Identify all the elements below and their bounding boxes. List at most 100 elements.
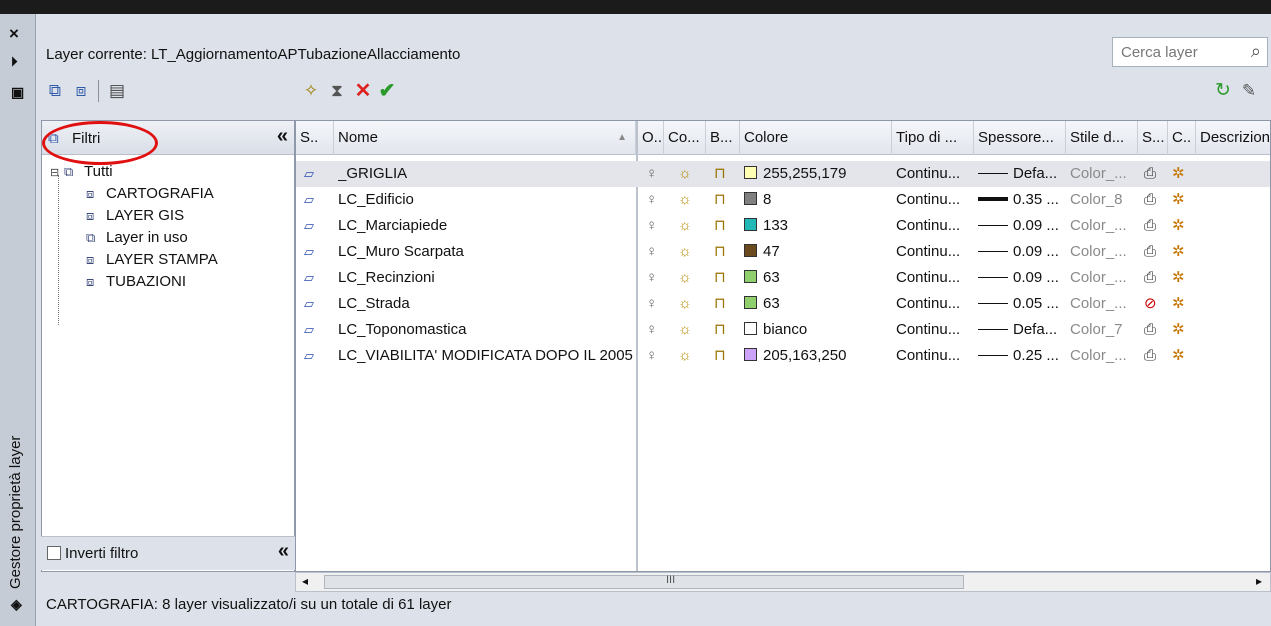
- on-bulb-icon[interactable]: ♀: [646, 213, 657, 239]
- plot-printer-icon[interactable]: ⎙: [1144, 239, 1156, 265]
- col-lock[interactable]: B...: [706, 121, 740, 155]
- settings-wrench-icon[interactable]: ✎: [1238, 80, 1260, 102]
- new-vp-freeze-icon[interactable]: ✲: [1172, 239, 1185, 265]
- thaw-sun-icon[interactable]: ☼: [678, 239, 692, 265]
- col-on[interactable]: O..: [638, 121, 664, 155]
- linetype[interactable]: Continu...: [896, 161, 960, 187]
- scroll-thumb[interactable]: [324, 575, 964, 589]
- layer-color[interactable]: bianco: [744, 317, 890, 343]
- col-lineweight[interactable]: Spessore...: [974, 121, 1066, 155]
- layer-name[interactable]: _GRIGLIA: [338, 161, 634, 187]
- linetype[interactable]: Continu...: [896, 239, 960, 265]
- tree-node-layer-in-uso[interactable]: ⧉ Layer in uso: [86, 227, 188, 249]
- unlock-icon[interactable]: ⊓: [714, 239, 726, 265]
- layer-color[interactable]: 133: [744, 213, 890, 239]
- layer-row[interactable]: ▱ LC_Recinzioni ♀ ☼ ⊓ 63 Continu... 0.09 ... Col…: [296, 265, 1270, 291]
- plot-style[interactable]: Color_...: [1070, 265, 1127, 291]
- layer-row[interactable]: ▱ LC_Marciapiede ♀ ☼ ⊓ 133 Continu... 0.09 ... C…: [296, 213, 1270, 239]
- close-icon[interactable]: ×: [9, 24, 19, 44]
- layer-color[interactable]: 8: [744, 187, 890, 213]
- unlock-icon[interactable]: ⊓: [714, 161, 726, 187]
- unlock-icon[interactable]: ⊓: [714, 317, 726, 343]
- on-bulb-icon[interactable]: ♀: [646, 291, 657, 317]
- tree-node-layer-gis[interactable]: ⧈ LAYER GIS: [86, 205, 184, 227]
- layer-states-manager-icon[interactable]: ▤: [106, 80, 128, 102]
- lineweight[interactable]: 0.09 ...: [978, 239, 1066, 265]
- thaw-sun-icon[interactable]: ☼: [678, 343, 692, 369]
- col-color[interactable]: Colore: [740, 121, 892, 155]
- lineweight[interactable]: 0.05 ...: [978, 291, 1066, 317]
- plot-printer-icon[interactable]: ⎙: [1144, 187, 1156, 213]
- col-freeze[interactable]: Co...: [664, 121, 706, 155]
- scroll-left-icon[interactable]: ◂: [302, 574, 308, 588]
- new-vp-freeze-icon[interactable]: ✲: [1172, 161, 1185, 187]
- layer-color[interactable]: 63: [744, 265, 890, 291]
- lineweight[interactable]: 0.35 ...: [978, 187, 1066, 213]
- layer-name[interactable]: LC_Toponomastica: [338, 317, 634, 343]
- unlock-icon[interactable]: ⊓: [714, 291, 726, 317]
- plot-style[interactable]: Color_8: [1070, 187, 1123, 213]
- horizontal-scrollbar[interactable]: ◂ III ▸: [295, 572, 1271, 592]
- layer-color[interactable]: 47: [744, 239, 890, 265]
- layer-name[interactable]: LC_VIABILITA' MODIFICATA DOPO IL 2005: [338, 343, 634, 369]
- tree-node-tutti[interactable]: ⊟ ⧉ Tutti: [50, 161, 113, 183]
- plot-printer-icon[interactable]: ⎙: [1144, 161, 1156, 187]
- refresh-icon[interactable]: ↻: [1212, 80, 1234, 102]
- unlock-icon[interactable]: ⊓: [714, 213, 726, 239]
- layer-name[interactable]: LC_Marciapiede: [338, 213, 634, 239]
- plot-style[interactable]: Color_...: [1070, 343, 1127, 369]
- linetype[interactable]: Continu...: [896, 291, 960, 317]
- lineweight[interactable]: 0.09 ...: [978, 213, 1066, 239]
- layer-name[interactable]: LC_Edificio: [338, 187, 634, 213]
- invert-filter-checkbox[interactable]: [47, 546, 61, 560]
- no-plot-icon[interactable]: ⊘: [1144, 291, 1157, 317]
- new-vp-freeze-icon[interactable]: ✲: [1172, 291, 1185, 317]
- new-vp-freeze-icon[interactable]: ✲: [1172, 343, 1185, 369]
- col-name[interactable]: Nome ▲: [334, 121, 636, 155]
- new-vp-freeze-icon[interactable]: ✲: [1172, 265, 1185, 291]
- layer-row[interactable]: ▱ LC_Muro Scarpata ♀ ☼ ⊓ 47 Continu... 0.09 ...…: [296, 239, 1270, 265]
- plot-printer-icon[interactable]: ⎙: [1144, 317, 1156, 343]
- layer-color[interactable]: 255,255,179: [744, 161, 890, 187]
- on-bulb-icon[interactable]: ♀: [646, 343, 657, 369]
- new-property-filter-icon[interactable]: ⧉: [44, 80, 66, 102]
- layer-name[interactable]: LC_Strada: [338, 291, 634, 317]
- plot-style[interactable]: Color_7: [1070, 317, 1123, 343]
- collapse-toggle-icon[interactable]: ⊟: [50, 162, 64, 184]
- plot-printer-icon[interactable]: ⎙: [1144, 265, 1156, 291]
- col-plot[interactable]: S...: [1138, 121, 1168, 155]
- new-layer-icon[interactable]: ✧: [300, 80, 322, 102]
- tree-node-layer-stampa[interactable]: ⧈ LAYER STAMPA: [86, 249, 218, 271]
- on-bulb-icon[interactable]: ♀: [646, 187, 657, 213]
- delete-layer-icon[interactable]: ✕: [352, 80, 374, 102]
- col-status[interactable]: S..: [296, 121, 334, 155]
- linetype[interactable]: Continu...: [896, 187, 960, 213]
- on-bulb-icon[interactable]: ♀: [646, 161, 657, 187]
- lineweight[interactable]: 0.25 ...: [978, 343, 1066, 369]
- layer-row[interactable]: ▱ LC_Edificio ♀ ☼ ⊓ 8 Continu... 0.35 ... Color_…: [296, 187, 1270, 213]
- plot-style[interactable]: Color_...: [1070, 213, 1127, 239]
- layer-row[interactable]: ▱ LC_VIABILITA' MODIFICATA DOPO IL 2005 ♀ ☼…: [296, 343, 1270, 369]
- properties-menu-icon[interactable]: ▣: [11, 84, 24, 101]
- on-bulb-icon[interactable]: ♀: [646, 239, 657, 265]
- col-plotstyle[interactable]: Stile d...: [1066, 121, 1138, 155]
- linetype[interactable]: Continu...: [896, 213, 960, 239]
- set-current-icon[interactable]: ✔: [376, 80, 398, 102]
- linetype[interactable]: Continu...: [896, 343, 960, 369]
- lineweight[interactable]: Defa...: [978, 161, 1066, 187]
- scroll-right-icon[interactable]: ▸: [1256, 574, 1262, 588]
- collapse-filters-button[interactable]: «: [277, 125, 288, 148]
- layer-color[interactable]: 63: [744, 291, 890, 317]
- layer-row[interactable]: ▱ LC_Strada ♀ ☼ ⊓ 63 Continu... 0.05 ... Color_.…: [296, 291, 1270, 317]
- linetype[interactable]: Continu...: [896, 265, 960, 291]
- plot-style[interactable]: Color_...: [1070, 161, 1127, 187]
- col-description[interactable]: Descrizion: [1196, 121, 1270, 155]
- on-bulb-icon[interactable]: ♀: [646, 317, 657, 343]
- unlock-icon[interactable]: ⊓: [714, 343, 726, 369]
- new-group-filter-icon[interactable]: ⧈: [70, 80, 92, 102]
- thaw-sun-icon[interactable]: ☼: [678, 213, 692, 239]
- col-vp[interactable]: C..: [1168, 121, 1196, 155]
- auto-hide-icon[interactable]: ⏵: [11, 54, 18, 70]
- lineweight[interactable]: Defa...: [978, 317, 1066, 343]
- search-layer-input[interactable]: Cerca layer ⌕: [1112, 37, 1268, 67]
